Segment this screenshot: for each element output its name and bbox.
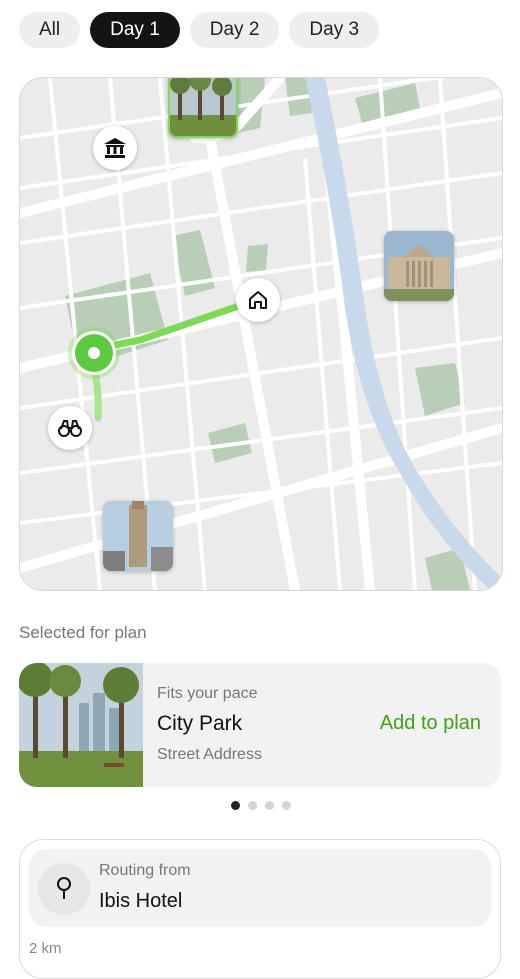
carousel-dot[interactable] xyxy=(265,801,274,810)
home-icon xyxy=(249,291,267,309)
routing-panel: Routing from Ibis Hotel 2 km xyxy=(19,839,501,979)
add-to-plan-button[interactable]: Add to plan xyxy=(380,712,481,735)
museum-icon xyxy=(104,138,126,158)
museum-photo-pin[interactable] xyxy=(384,231,454,301)
day-tabs: All Day 1 Day 2 Day 3 xyxy=(19,12,380,48)
park-photo-pin[interactable] xyxy=(168,78,238,138)
routing-from-place: Ibis Hotel xyxy=(99,890,183,912)
tab-day-2[interactable]: Day 2 xyxy=(189,12,280,48)
place-pace: Fits your pace xyxy=(157,685,258,702)
routing-from-label: Routing from xyxy=(99,862,191,879)
tower-photo xyxy=(103,501,173,571)
carousel-dot[interactable] xyxy=(231,801,240,810)
map-view[interactable] xyxy=(19,77,503,591)
tab-all[interactable]: All xyxy=(19,12,81,48)
current-location-ring xyxy=(75,334,113,372)
current-location-marker xyxy=(68,327,120,379)
park-photo xyxy=(170,78,236,136)
tower-photo-pin[interactable] xyxy=(103,501,173,571)
museum-pin[interactable] xyxy=(93,126,137,170)
tab-day-3[interactable]: Day 3 xyxy=(289,12,380,48)
carousel-dot[interactable] xyxy=(248,801,257,810)
place-card[interactable]: Fits your pace City Park Street Address … xyxy=(19,663,501,787)
home-pin[interactable] xyxy=(236,278,280,322)
routing-origin[interactable]: Routing from Ibis Hotel xyxy=(29,849,491,927)
route-distance: 2 km xyxy=(29,940,62,957)
location-pin-icon-wrap xyxy=(38,863,90,915)
museum-photo xyxy=(384,231,454,301)
location-pin-icon xyxy=(57,877,71,899)
binoculars-icon xyxy=(58,420,82,437)
current-location-dot xyxy=(88,347,100,359)
binoculars-pin[interactable] xyxy=(48,406,92,450)
tab-day-1[interactable]: Day 1 xyxy=(90,12,180,48)
place-name: City Park xyxy=(157,712,243,735)
carousel-dot[interactable] xyxy=(282,801,291,810)
place-thumbnail xyxy=(19,663,143,787)
selected-for-plan-heading: Selected for plan xyxy=(19,623,147,642)
place-address: Street Address xyxy=(157,746,262,763)
carousel-indicator xyxy=(231,801,291,810)
